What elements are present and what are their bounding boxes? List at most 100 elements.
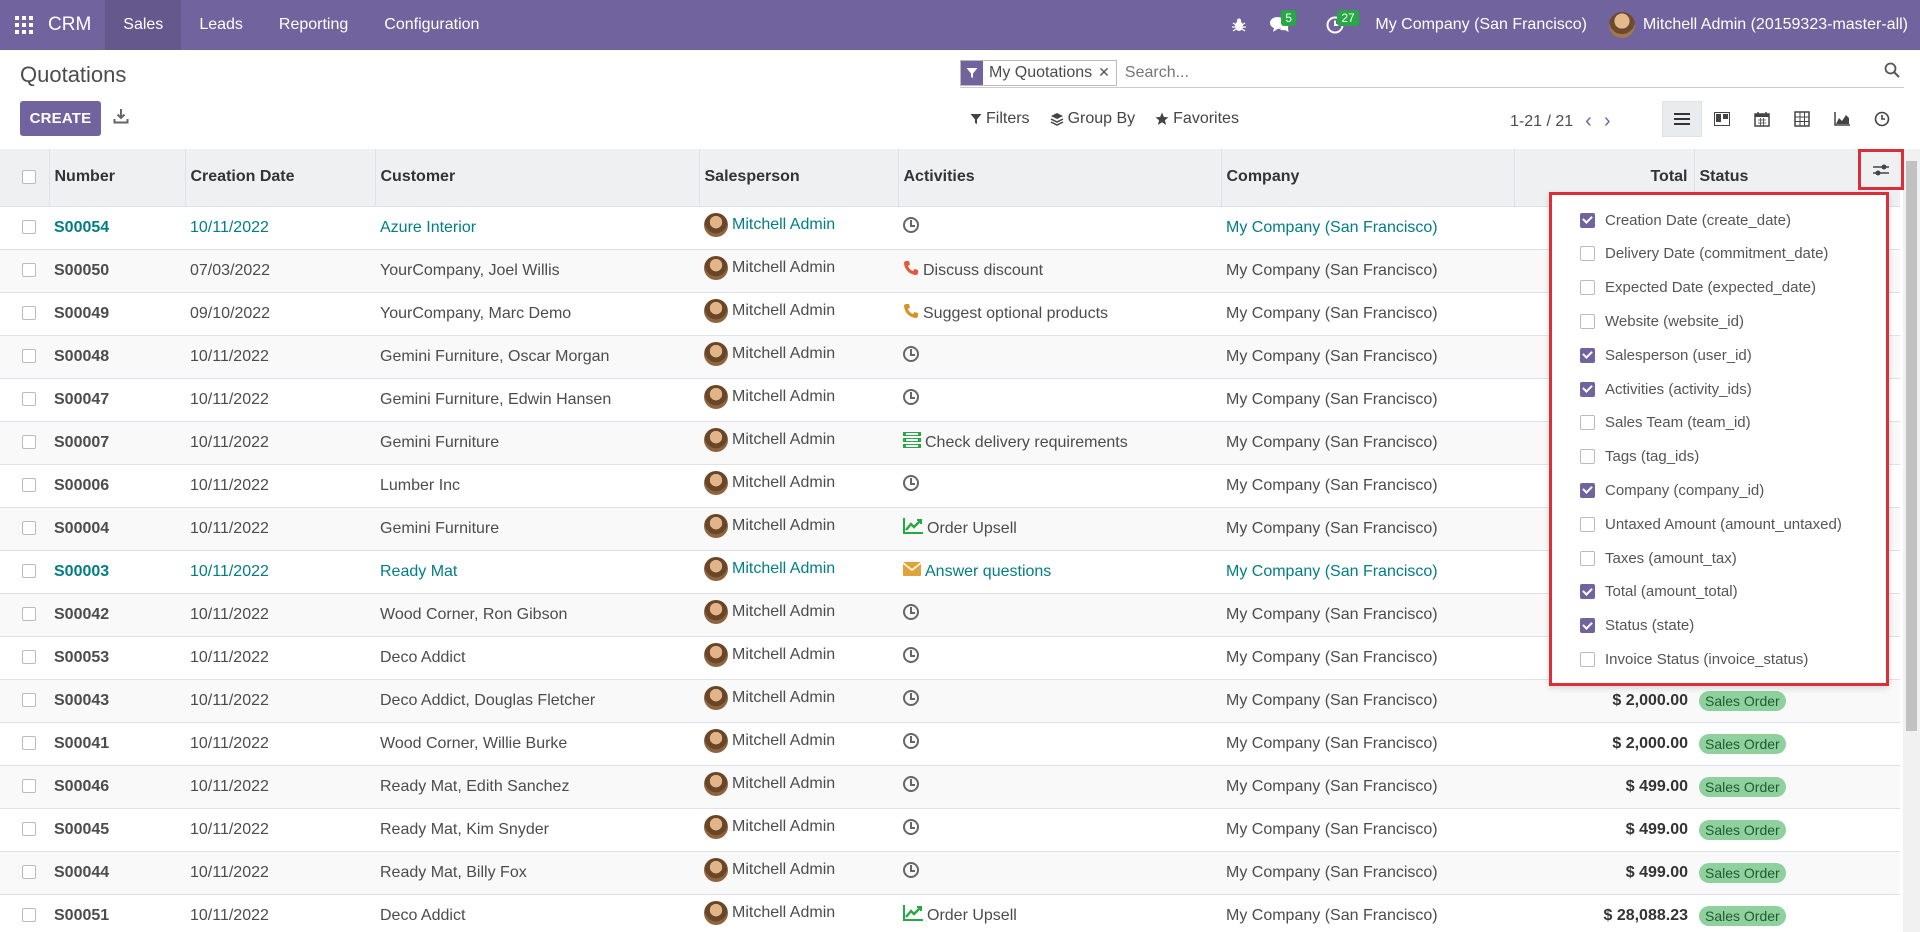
menu-leads[interactable]: Leads — [181, 0, 261, 50]
activity-view-icon[interactable] — [1862, 101, 1902, 137]
optional-column-checkbox[interactable] — [1580, 415, 1595, 431]
pager-previous-icon[interactable]: ‹ — [1585, 110, 1592, 133]
clock-icon[interactable] — [903, 862, 919, 883]
optional-column-checkbox[interactable] — [1580, 381, 1595, 397]
apps-menu-button[interactable] — [0, 0, 48, 50]
search-input[interactable] — [1124, 63, 1825, 82]
optional-column-item[interactable]: Sales Team (team_id) — [1580, 412, 1751, 434]
clock-icon[interactable] — [903, 776, 919, 797]
optional-column-item[interactable]: Tags (tag_ids) — [1580, 446, 1699, 468]
chart-icon[interactable] — [903, 518, 923, 539]
row-checkbox[interactable] — [0, 894, 49, 932]
optional-column-checkbox[interactable] — [1580, 584, 1595, 600]
row-checkbox[interactable] — [0, 550, 49, 594]
company-switcher[interactable]: My Company (San Francisco) — [1355, 16, 1609, 34]
menu-configuration[interactable]: Configuration — [366, 0, 497, 50]
row-checkbox[interactable] — [0, 378, 49, 422]
tasks-icon[interactable] — [903, 432, 921, 453]
optional-column-item[interactable]: Website (website_id) — [1580, 310, 1744, 332]
clock-icon[interactable] — [903, 690, 919, 711]
optional-column-checkbox[interactable] — [1580, 212, 1595, 228]
clock-icon[interactable] — [903, 647, 919, 668]
calendar-view-icon[interactable] — [1742, 101, 1782, 137]
table-row[interactable]: S00041 10/11/2022 Wood Corner, Willie Burk… — [0, 722, 1900, 766]
salesperson[interactable]: Mitchell Admin — [699, 722, 898, 766]
salesperson[interactable]: Mitchell Admin — [699, 894, 898, 932]
clock-icon[interactable] — [903, 733, 919, 754]
chart-icon[interactable] — [903, 905, 923, 926]
optional-column-checkbox[interactable] — [1580, 246, 1595, 262]
salesperson[interactable]: Mitchell Admin — [699, 206, 898, 250]
scroll-thumb[interactable] — [1906, 161, 1917, 731]
optional-column-item[interactable]: Activities (activity_ids) — [1580, 378, 1752, 400]
salesperson[interactable]: Mitchell Admin — [699, 550, 898, 594]
optional-column-item[interactable]: Taxes (amount_tax) — [1580, 547, 1737, 569]
table-row[interactable]: S00051 10/11/2022 Deco Addict Mitchell Admi… — [0, 894, 1900, 932]
clock-icon[interactable] — [903, 217, 919, 238]
row-checkbox[interactable] — [0, 722, 49, 766]
envelope-icon[interactable] — [902, 562, 922, 581]
optional-column-item[interactable]: Creation Date (create_date) — [1580, 209, 1791, 231]
activity[interactable]: Discuss discount — [898, 249, 1221, 293]
salesperson[interactable]: Mitchell Admin — [699, 679, 898, 723]
salesperson[interactable]: Mitchell Admin — [699, 378, 898, 422]
user-menu[interactable]: Mitchell Admin (20159323-master-all) — [1609, 12, 1920, 38]
column-header-activities[interactable]: Activities — [898, 149, 1222, 207]
salesperson[interactable]: Mitchell Admin — [699, 593, 898, 637]
row-checkbox[interactable] — [0, 593, 49, 637]
facet-remove-icon[interactable]: ✕ — [1098, 64, 1116, 81]
optional-column-checkbox[interactable] — [1580, 449, 1595, 465]
activity[interactable] — [898, 636, 1221, 680]
row-checkbox[interactable] — [0, 206, 49, 250]
list-scrollbar[interactable] — [1903, 149, 1920, 932]
optional-column-item[interactable]: Salesperson (user_id) — [1580, 344, 1752, 366]
optional-column-checkbox[interactable] — [1580, 347, 1595, 363]
activity[interactable]: Check delivery requirements — [898, 421, 1221, 465]
pivot-view-icon[interactable] — [1782, 101, 1822, 137]
table-row[interactable]: S00045 10/11/2022 Ready Mat, Kim Snyder Mit… — [0, 808, 1900, 852]
optional-column-checkbox[interactable] — [1580, 618, 1595, 634]
activity[interactable] — [898, 335, 1221, 379]
clock-icon[interactable] — [903, 475, 919, 496]
salesperson[interactable]: Mitchell Admin — [699, 292, 898, 336]
filters-dropdown[interactable]: Filters — [970, 110, 1030, 128]
row-checkbox[interactable] — [0, 507, 49, 551]
optional-column-checkbox[interactable] — [1580, 280, 1595, 296]
menu-sales[interactable]: Sales — [105, 0, 182, 50]
group-by-dropdown[interactable]: Group By — [1050, 110, 1135, 128]
row-checkbox[interactable] — [0, 851, 49, 895]
optional-column-item[interactable]: Untaxed Amount (amount_untaxed) — [1580, 513, 1842, 535]
activity[interactable] — [898, 593, 1221, 637]
phone-icon[interactable] — [903, 260, 919, 281]
activity[interactable] — [898, 464, 1221, 508]
activity[interactable]: Suggest optional products — [898, 292, 1221, 336]
row-checkbox[interactable] — [0, 249, 49, 293]
salesperson[interactable]: Mitchell Admin — [699, 765, 898, 809]
optional-column-item[interactable]: Status (state) — [1580, 615, 1694, 637]
list-view-icon[interactable] — [1662, 101, 1702, 137]
activity[interactable] — [898, 765, 1221, 809]
salesperson[interactable]: Mitchell Admin — [699, 808, 898, 852]
optional-column-item[interactable]: Company (company_id) — [1580, 479, 1764, 501]
graph-view-icon[interactable] — [1822, 101, 1862, 137]
debug-icon[interactable] — [1219, 0, 1259, 50]
favorites-dropdown[interactable]: Favorites — [1155, 110, 1239, 128]
download-icon[interactable] — [113, 108, 129, 129]
column-header-customer[interactable]: Customer — [375, 149, 700, 207]
salesperson[interactable]: Mitchell Admin — [699, 636, 898, 680]
search-icon[interactable] — [1884, 62, 1900, 83]
activity[interactable]: Order Upsell — [898, 894, 1221, 932]
row-checkbox[interactable] — [0, 335, 49, 379]
activity[interactable] — [898, 378, 1221, 422]
app-brand[interactable]: CRM — [48, 14, 91, 36]
activity[interactable] — [898, 808, 1221, 852]
select-all-checkbox[interactable] — [0, 149, 50, 207]
column-header-creation-date[interactable]: Creation Date — [185, 149, 376, 207]
pager-value[interactable]: 1-21 / 21 — [1510, 113, 1573, 131]
optional-columns-toggle[interactable] — [1858, 149, 1904, 190]
salesperson[interactable]: Mitchell Admin — [699, 464, 898, 508]
salesperson[interactable]: Mitchell Admin — [699, 421, 898, 465]
optional-column-item[interactable]: Total (amount_total) — [1580, 581, 1738, 603]
row-checkbox[interactable] — [0, 808, 49, 852]
column-header-company[interactable]: Company — [1221, 149, 1515, 207]
